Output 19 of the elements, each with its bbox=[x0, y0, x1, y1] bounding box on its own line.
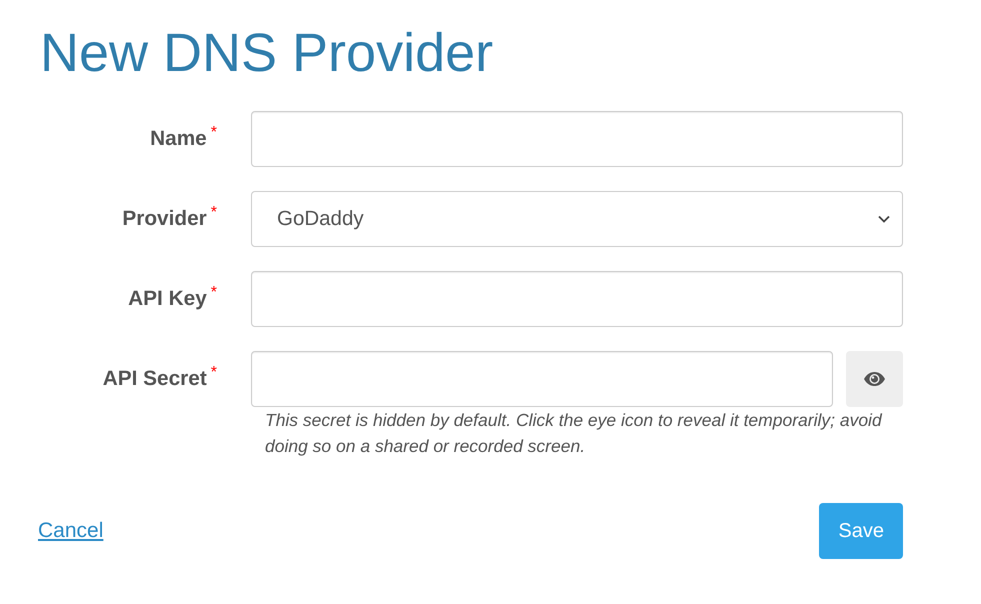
save-button[interactable]: Save bbox=[819, 503, 903, 559]
required-marker: * bbox=[210, 205, 217, 221]
field-label: Provider bbox=[122, 207, 207, 231]
required-marker: * bbox=[210, 285, 217, 301]
required-marker: * bbox=[210, 365, 217, 381]
help-text: This secret is hidden by default. Click the eye icon to reveal it temporarily; avoid doing so on a shared or recorded screen. bbox=[264, 409, 884, 458]
field-label: API Key bbox=[128, 287, 207, 311]
reveal-button[interactable] bbox=[846, 351, 903, 407]
chevron-down-icon bbox=[878, 215, 890, 223]
field-label: Name bbox=[150, 127, 207, 151]
input-field[interactable] bbox=[251, 111, 903, 167]
required-marker: * bbox=[210, 125, 217, 141]
eye-icon bbox=[864, 372, 885, 386]
select-field[interactable]: GoDaddy bbox=[251, 191, 903, 247]
password-field[interactable] bbox=[251, 351, 833, 407]
cancel-link[interactable]: Cancel bbox=[38, 519, 104, 543]
input-field[interactable] bbox=[251, 271, 903, 327]
page-title: New DNS Provider bbox=[40, 24, 494, 83]
field-label: API Secret bbox=[102, 367, 207, 391]
